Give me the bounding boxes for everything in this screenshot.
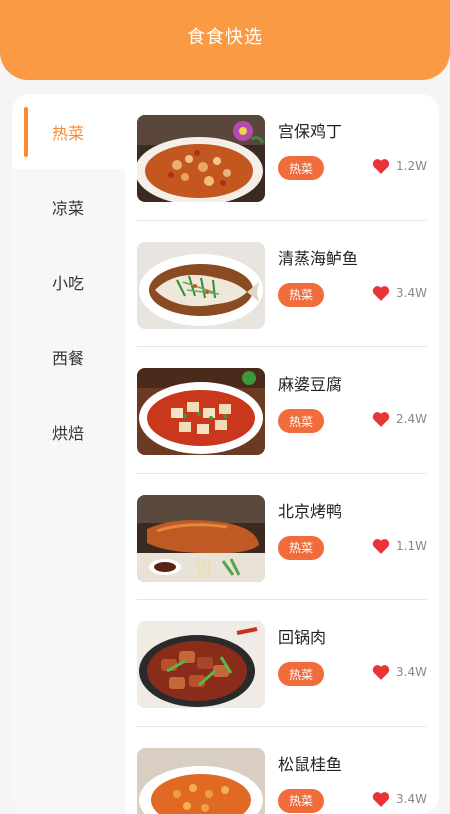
heart-icon xyxy=(372,285,390,301)
content-card: 热菜 凉菜 小吃 西餐 烘焙 xyxy=(12,94,439,814)
dish-item[interactable]: 北京烤鸭 热菜 1.1W xyxy=(125,474,439,601)
heart-icon xyxy=(372,538,390,554)
dish-photo xyxy=(137,495,265,582)
dish-name: 松鼠桂鱼 xyxy=(278,751,342,775)
like-count: 3.4W xyxy=(396,286,427,300)
like-count: 3.4W xyxy=(396,792,427,806)
sidebar-item-label: 热菜 xyxy=(52,120,84,144)
dish-name: 回锅肉 xyxy=(278,624,326,648)
sidebar-item-western[interactable]: 西餐 xyxy=(12,319,125,394)
like-count: 3.4W xyxy=(396,665,427,679)
like-button[interactable]: 2.4W xyxy=(372,411,427,427)
like-button[interactable]: 3.4W xyxy=(372,664,427,680)
dish-photo xyxy=(137,621,265,708)
dish-photo xyxy=(137,115,265,202)
category-tag: 热菜 xyxy=(278,283,324,307)
like-button[interactable]: 1.1W xyxy=(372,538,427,554)
like-button[interactable]: 3.4W xyxy=(372,791,427,807)
sidebar-item-cold-dishes[interactable]: 凉菜 xyxy=(12,169,125,244)
category-tag: 热菜 xyxy=(278,409,324,433)
sidebar-item-label: 烘焙 xyxy=(52,420,84,444)
category-tag: 热菜 xyxy=(278,789,324,813)
like-count: 1.2W xyxy=(396,159,427,173)
sidebar-item-snacks[interactable]: 小吃 xyxy=(12,244,125,319)
dish-item[interactable]: 宫保鸡丁 热菜 1.2W xyxy=(125,94,439,221)
category-tag: 热菜 xyxy=(278,156,324,180)
dish-name: 清蒸海鲈鱼 xyxy=(278,245,358,269)
dish-name: 麻婆豆腐 xyxy=(278,371,342,395)
sidebar-item-label: 小吃 xyxy=(52,270,84,294)
heart-icon xyxy=(372,791,390,807)
dish-item[interactable]: 清蒸海鲈鱼 热菜 3.4W xyxy=(125,221,439,348)
dish-name: 北京烤鸭 xyxy=(278,498,342,522)
active-indicator xyxy=(24,107,28,157)
like-button[interactable]: 1.2W xyxy=(372,158,427,174)
sidebar-item-label: 西餐 xyxy=(52,345,84,369)
dish-item[interactable]: 回锅肉 热菜 3.4W xyxy=(125,600,439,727)
sidebar-item-hot-dishes[interactable]: 热菜 xyxy=(12,94,125,169)
category-sidebar: 热菜 凉菜 小吃 西餐 烘焙 xyxy=(12,94,125,814)
dish-photo xyxy=(137,368,265,455)
like-count: 1.1W xyxy=(396,539,427,553)
dish-list[interactable]: 宫保鸡丁 热菜 1.2W 清蒸海鲈鱼 xyxy=(125,94,439,814)
category-tag: 热菜 xyxy=(278,662,324,686)
dish-item[interactable]: 麻婆豆腐 热菜 2.4W xyxy=(125,347,439,474)
like-count: 2.4W xyxy=(396,412,427,426)
heart-icon xyxy=(372,158,390,174)
dish-name: 宫保鸡丁 xyxy=(278,118,342,142)
heart-icon xyxy=(372,411,390,427)
dish-photo xyxy=(137,748,265,814)
app-header: 食食快选 xyxy=(0,0,450,80)
heart-icon xyxy=(372,664,390,680)
dish-photo xyxy=(137,242,265,329)
category-tag: 热菜 xyxy=(278,536,324,560)
page-title: 食食快选 xyxy=(187,23,263,49)
sidebar-item-label: 凉菜 xyxy=(52,195,84,219)
dish-item[interactable]: 松鼠桂鱼 热菜 3.4W xyxy=(125,727,439,814)
like-button[interactable]: 3.4W xyxy=(372,285,427,301)
sidebar-item-baking[interactable]: 烘焙 xyxy=(12,394,125,469)
